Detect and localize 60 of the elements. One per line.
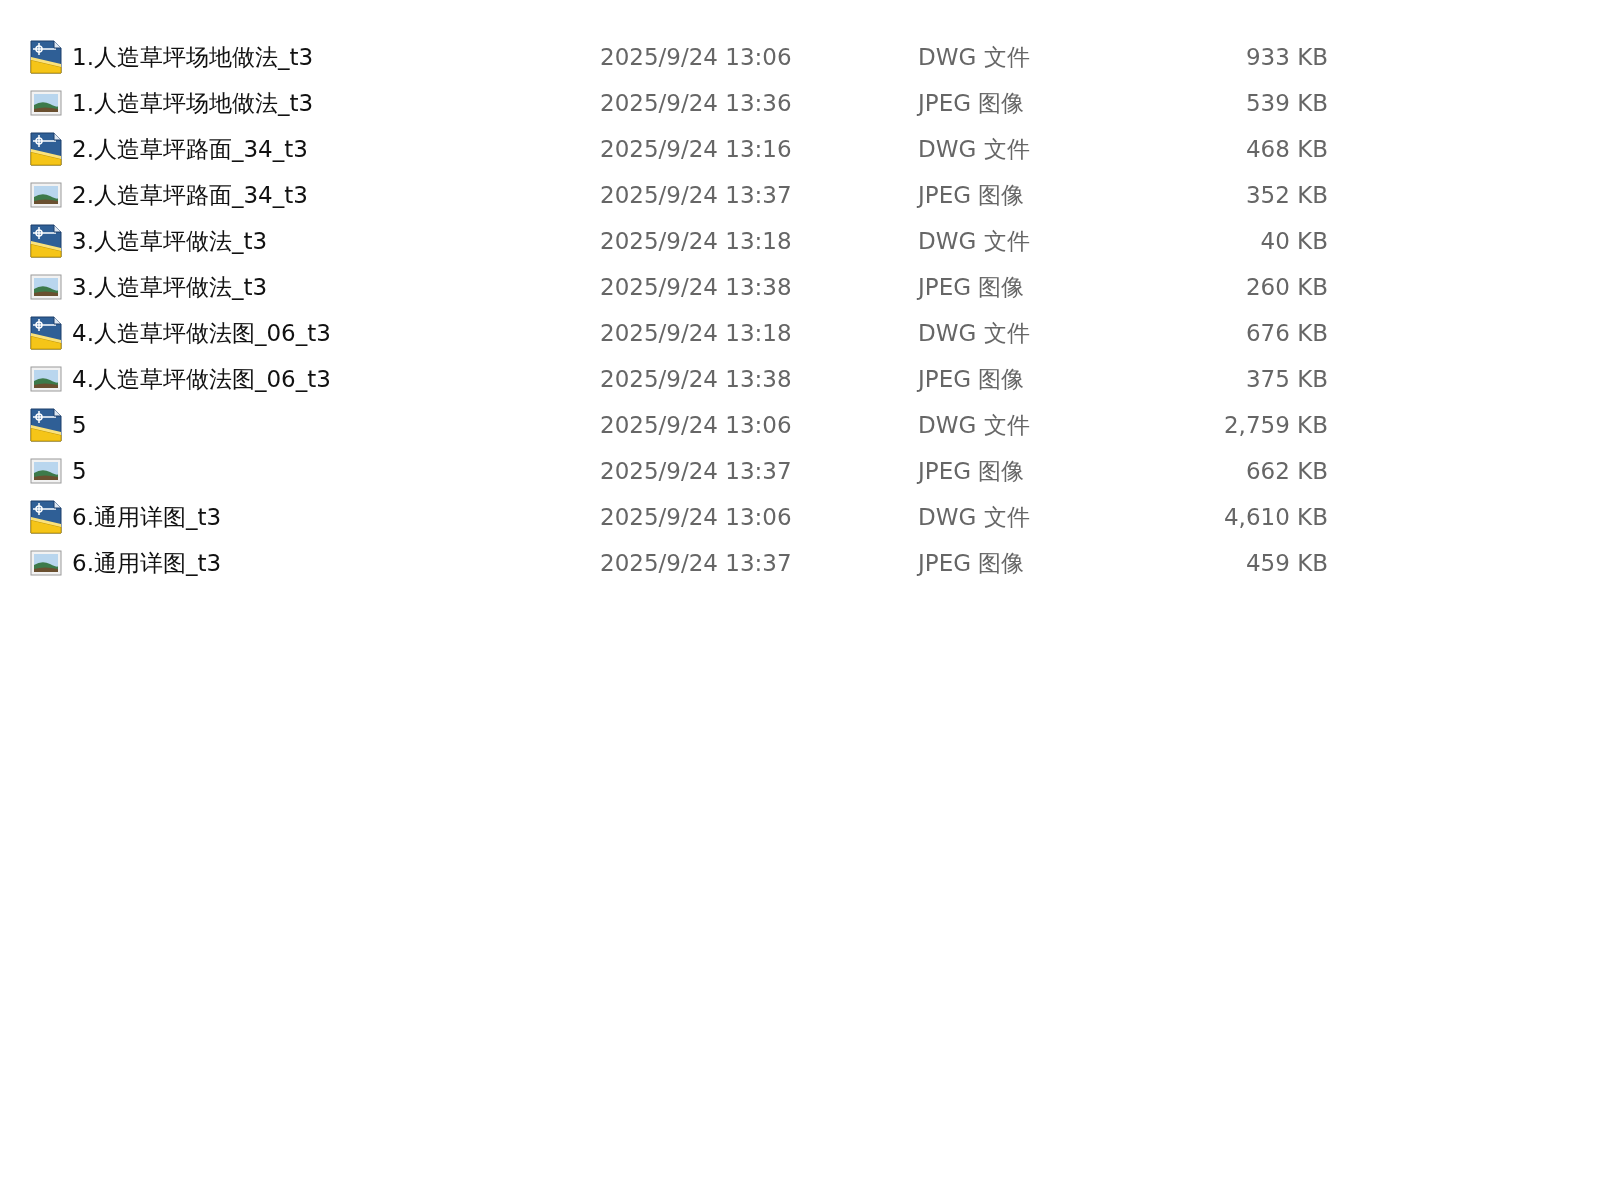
image-file-icon — [30, 458, 62, 484]
file-size: 352 KB — [1244, 182, 1328, 208]
image-file-icon — [30, 90, 62, 116]
file-name[interactable]: 4.人造草坪做法图_06_t3 — [72, 363, 331, 395]
modified-date: 2025/9/24 13:06 — [600, 412, 793, 438]
file-name[interactable]: 6.通用详图_t3 — [72, 501, 222, 533]
file-type: DWG 文件 — [918, 226, 1031, 256]
modified-date: 2025/9/24 13:37 — [600, 182, 793, 208]
drawing-file-icon — [30, 316, 62, 350]
file-type: JPEG 图像 — [918, 88, 1026, 118]
file-name[interactable]: 1.人造草坪场地做法_t3 — [72, 87, 314, 119]
modified-date: 2025/9/24 13:18 — [600, 228, 793, 254]
file-size: 933 KB — [1244, 44, 1328, 70]
file-size: 375 KB — [1244, 366, 1328, 392]
image-file-icon — [30, 550, 62, 576]
modified-date: 2025/9/24 13:06 — [600, 504, 793, 530]
file-type: JPEG 图像 — [918, 548, 1026, 578]
file-name[interactable]: 5 — [72, 458, 87, 484]
file-type: DWG 文件 — [918, 318, 1031, 348]
drawing-file-icon — [30, 408, 62, 442]
file-name[interactable]: 2.人造草坪路面_34_t3 — [72, 133, 308, 165]
drawing-file-icon — [30, 500, 62, 534]
image-file-icon — [30, 274, 62, 300]
modified-date: 2025/9/24 13:37 — [600, 458, 793, 484]
modified-date: 2025/9/24 13:38 — [600, 366, 793, 392]
file-size: 468 KB — [1244, 136, 1328, 162]
modified-date: 2025/9/24 13:37 — [600, 550, 793, 576]
file-name[interactable]: 1.人造草坪场地做法_t3 — [72, 41, 314, 73]
file-name[interactable]: 3.人造草坪做法_t3 — [72, 271, 268, 303]
file-name[interactable]: 2.人造草坪路面_34_t3 — [72, 179, 308, 211]
modified-date: 2025/9/24 13:06 — [600, 44, 793, 70]
image-file-icon — [30, 366, 62, 392]
file-type: JPEG 图像 — [918, 180, 1026, 210]
modified-date: 2025/9/24 13:18 — [600, 320, 793, 346]
file-name[interactable]: 6.通用详图_t3 — [72, 547, 222, 579]
file-size: 2,759 KB — [1222, 412, 1328, 438]
file-type: DWG 文件 — [918, 42, 1031, 72]
modified-date: 2025/9/24 13:16 — [600, 136, 793, 162]
file-type: JPEG 图像 — [918, 272, 1026, 302]
file-type: DWG 文件 — [918, 134, 1031, 164]
file-type: JPEG 图像 — [918, 364, 1026, 394]
modified-date: 2025/9/24 13:38 — [600, 274, 793, 300]
file-size: 4,610 KB — [1222, 504, 1328, 530]
image-file-icon — [30, 182, 62, 208]
file-size: 40 KB — [1259, 228, 1328, 254]
file-type: JPEG 图像 — [918, 456, 1026, 486]
file-size: 662 KB — [1244, 458, 1328, 484]
file-name[interactable]: 5 — [72, 412, 87, 438]
file-size: 539 KB — [1244, 90, 1328, 116]
file-size: 459 KB — [1244, 550, 1328, 576]
file-size: 676 KB — [1244, 320, 1328, 346]
drawing-file-icon — [30, 224, 62, 258]
drawing-file-icon — [30, 40, 62, 74]
modified-date: 2025/9/24 13:36 — [600, 90, 793, 116]
file-name[interactable]: 3.人造草坪做法_t3 — [72, 225, 268, 257]
file-type: DWG 文件 — [918, 410, 1031, 440]
drawing-file-icon — [30, 132, 62, 166]
file-type: DWG 文件 — [918, 502, 1031, 532]
file-size: 260 KB — [1244, 274, 1328, 300]
file-name[interactable]: 4.人造草坪做法图_06_t3 — [72, 317, 331, 349]
